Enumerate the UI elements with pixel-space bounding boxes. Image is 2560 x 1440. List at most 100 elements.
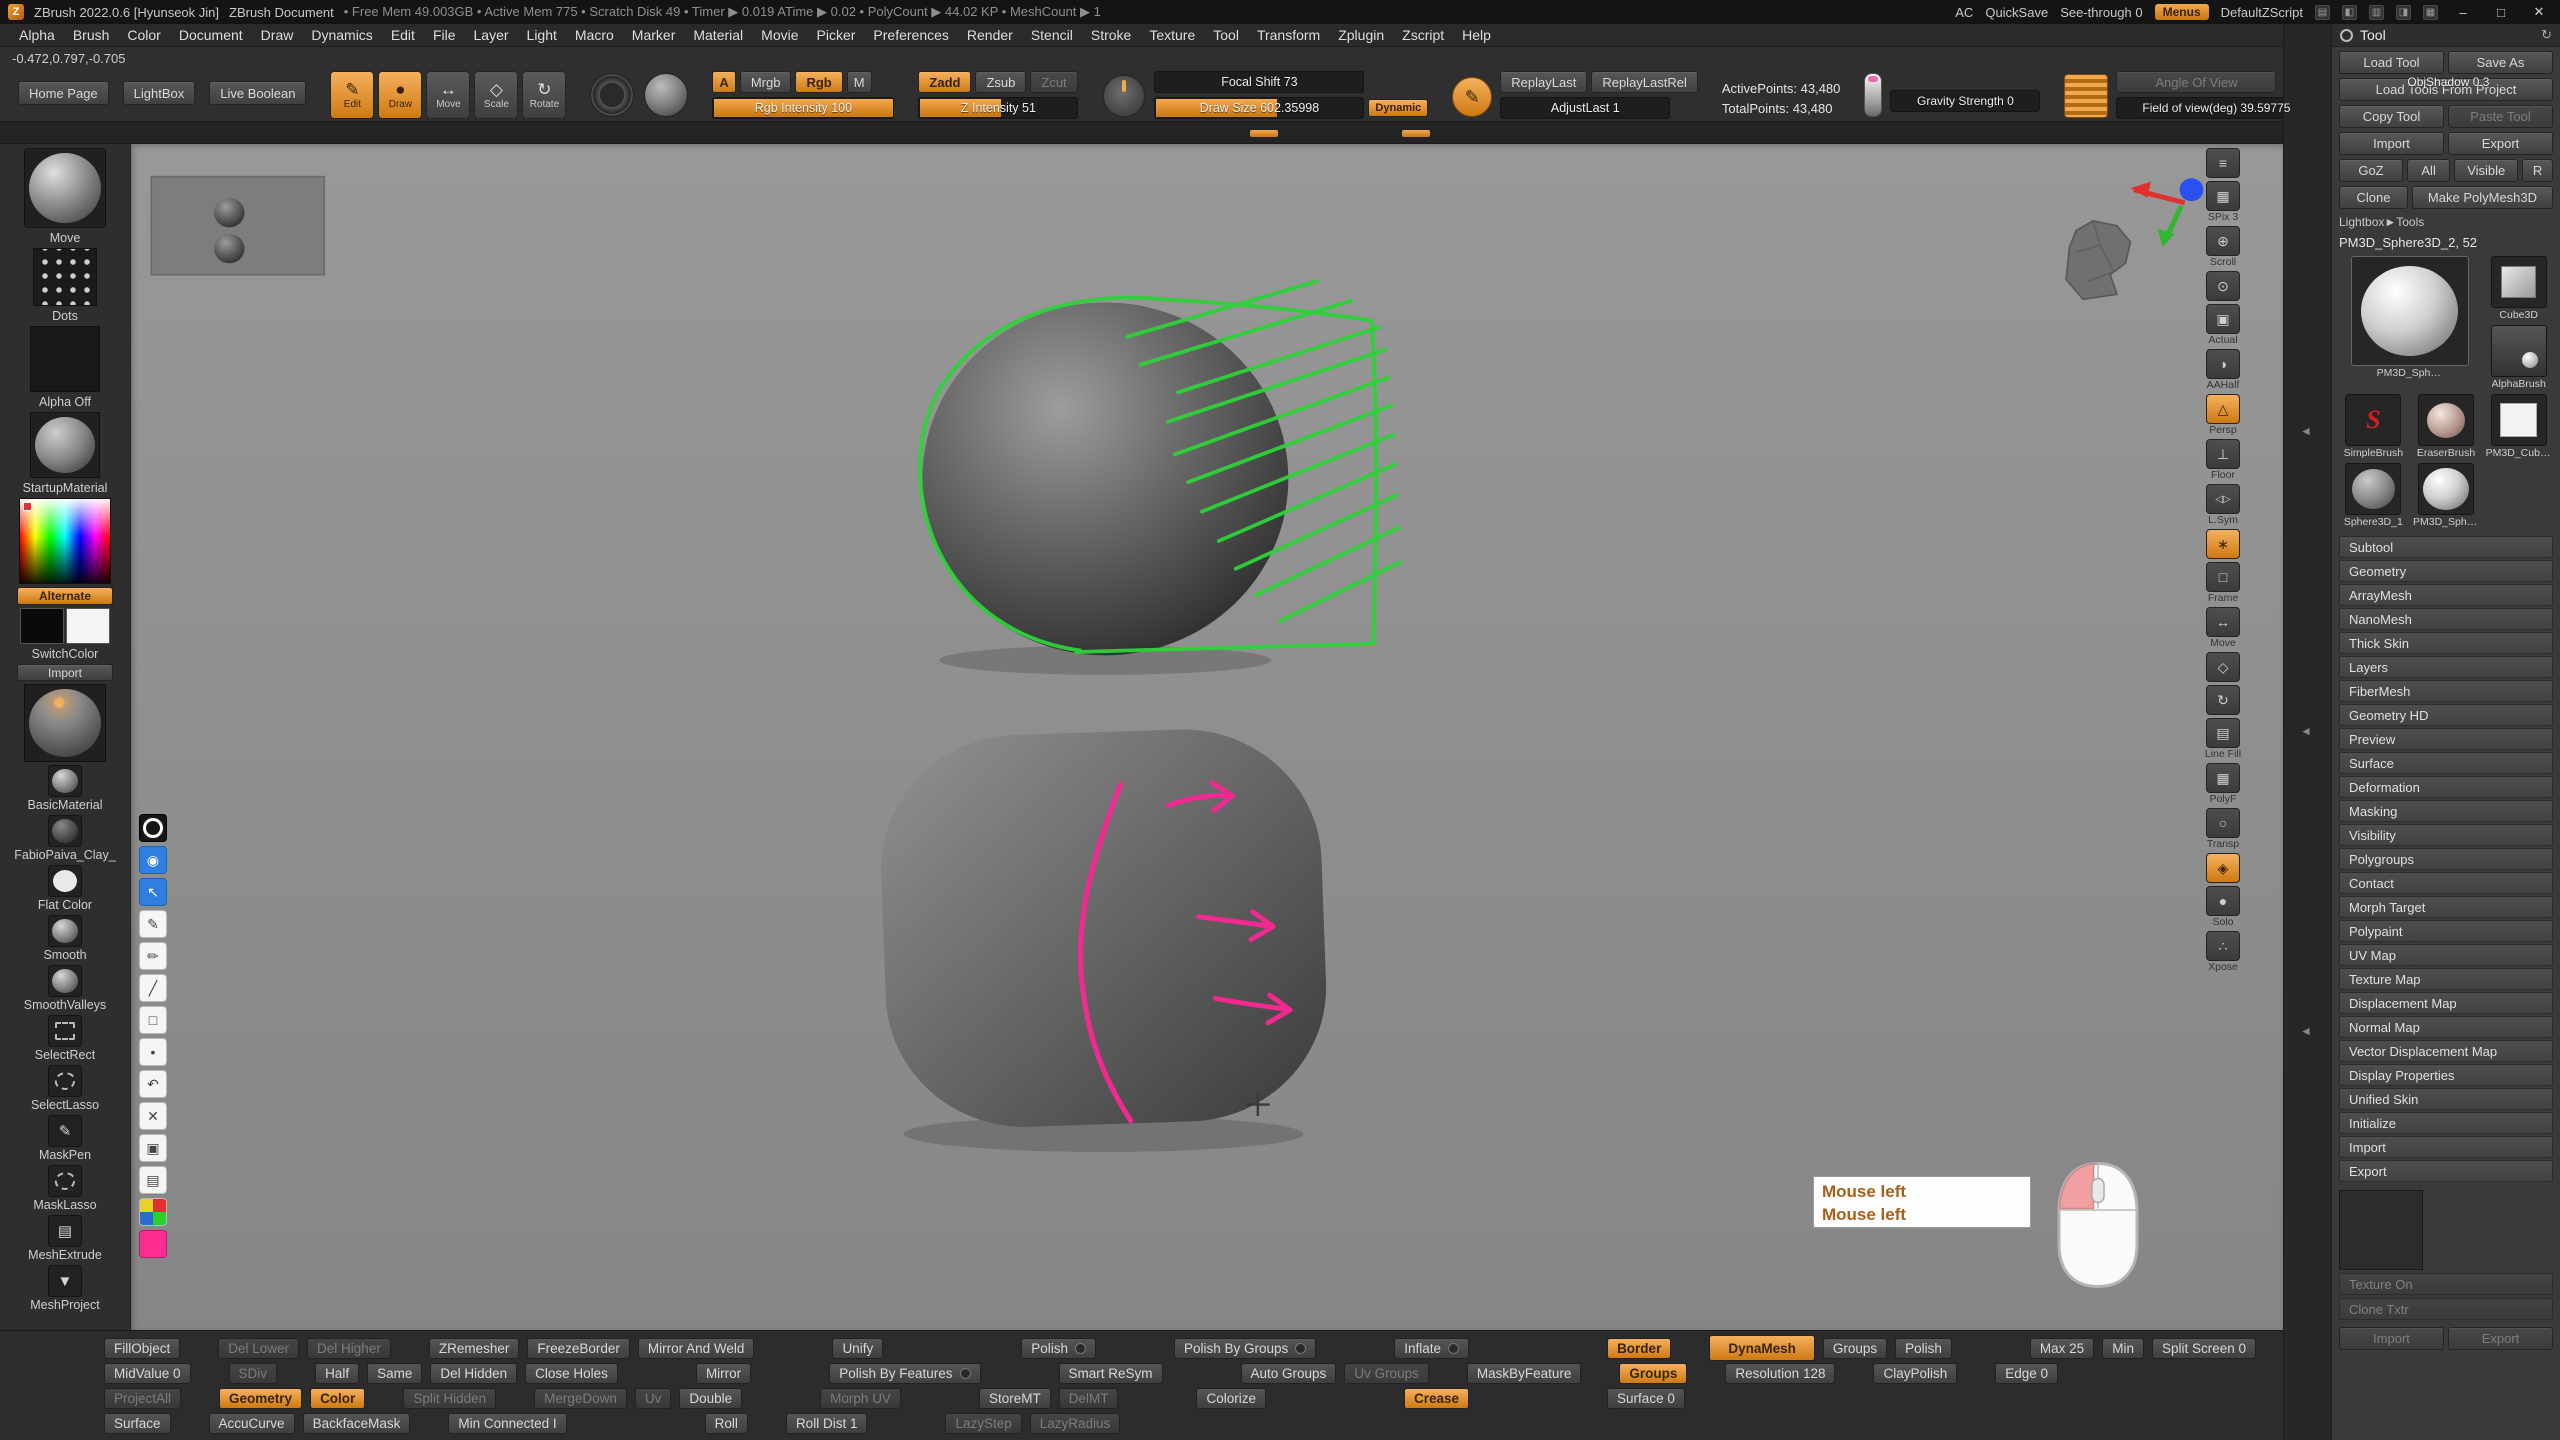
subpalette-header[interactable]: Morph Target [2339,896,2553,918]
channel-a-button[interactable]: A [712,71,735,93]
menu-item[interactable]: Help [1453,24,1500,46]
bottom-shelf-button[interactable]: Polish [1021,1338,1096,1359]
stylus-replay-icon[interactable]: ✎ [1452,77,1492,117]
gravity-strength-slider[interactable]: Gravity Strength 0 [1890,90,2040,112]
main-color-swatch[interactable] [20,608,64,644]
texture-export-button[interactable]: Export [2448,1327,2553,1350]
brush-maskpen[interactable]: MaskPen [39,1115,91,1162]
bottom-shelf-button[interactable]: Resolution 128 [1725,1363,1835,1384]
pencil-draw-icon[interactable] [139,910,167,938]
color-palette-icon[interactable] [139,1198,167,1226]
material-thumbnail[interactable] [30,412,100,478]
tool-thumb-alphabrush[interactable]: AlphaBrush [2484,325,2553,390]
titlebar-icon[interactable]: ▤ [2315,5,2330,20]
export-tool-button[interactable]: Export [2448,132,2553,155]
menu-item[interactable]: Texture [1140,24,1204,46]
subpalette-header[interactable]: Surface [2339,752,2553,774]
dot-size-icon[interactable] [139,1038,167,1066]
bottom-shelf-button[interactable]: MergeDown [534,1388,627,1409]
bottom-shelf-button[interactable]: AccuCurve [209,1413,295,1434]
edit-mode-button[interactable]: ✎ Edit [330,71,374,119]
spix-slider[interactable]: SPix 3 [2206,181,2240,223]
alpha-thumbnail[interactable] [30,326,100,392]
menu-item[interactable]: Light [518,24,566,46]
adjust-last-slider[interactable]: AdjustLast 1 [1500,97,1670,119]
bottom-shelf-button[interactable]: SDiv [229,1363,278,1384]
line-fill-toggle[interactable]: Line Fill [2205,718,2241,760]
floor-grid-toggle[interactable]: Floor [2206,439,2240,481]
brush-masklasso[interactable]: MaskLasso [33,1165,96,1212]
zcut-button[interactable]: Zcut [1030,71,1077,93]
minimize-button[interactable]: – [2450,5,2476,20]
obj-shadow-slider[interactable]: ObjShadow 0.3 [2388,71,2508,93]
import-tool-button[interactable]: Import [2339,132,2444,155]
bottom-shelf-button[interactable]: DynaMesh [1709,1335,1815,1361]
bottom-shelf-button[interactable]: Surface 0 [1607,1388,1685,1409]
marker-highlight-icon[interactable] [139,942,167,970]
divider-grip[interactable] [1402,130,1430,137]
titlebar-icon[interactable]: ◨ [2396,5,2411,20]
mrgb-button[interactable]: Mrgb [740,71,792,93]
tool-thumb-sphere3d-1[interactable]: Sphere3D_1 [2339,463,2408,528]
rgb-intensity-slider[interactable]: Rgb Intensity 100 [712,97,894,119]
texture-option-row[interactable]: Texture On [2339,1273,2553,1295]
subpalette-header[interactable]: Export [2339,1160,2553,1182]
texture-preview-thumbnail[interactable] [2339,1190,2423,1270]
menu-item[interactable]: Color [118,24,169,46]
move-canvas-icon[interactable]: Move [2206,607,2240,649]
actual-size-icon[interactable]: Actual [2206,304,2240,346]
menu-item[interactable]: Marker [623,24,685,46]
bottom-shelf-button[interactable]: Double [679,1388,742,1409]
annotation-app-logo-icon[interactable] [139,814,167,842]
subpalette-header[interactable]: Vector Displacement Map [2339,1040,2553,1062]
current-brush-icon[interactable] [590,73,634,117]
goz-r-button[interactable]: R [2522,159,2553,182]
visibility-eye-icon[interactable] [139,846,167,874]
menu-item[interactable]: Picker [808,24,865,46]
subpalette-header[interactable]: Display Properties [2339,1064,2553,1086]
subpalette-header[interactable]: Layers [2339,656,2553,678]
zoom3d-icon[interactable] [2206,271,2240,301]
tray-collapse-arrow[interactable]: ◄ [2300,424,2312,438]
lightbox-button[interactable]: LightBox [123,81,196,105]
bottom-shelf-button[interactable]: Color [310,1388,365,1409]
xpose-button[interactable]: Xpose [2206,931,2240,973]
titlebar-icon[interactable]: ▥ [2369,5,2384,20]
bottom-shelf-button[interactable]: StoreMT [979,1388,1051,1409]
menu-item[interactable]: Dynamics [302,24,381,46]
undo-icon[interactable] [139,1070,167,1098]
subpalette-header[interactable]: Unified Skin [2339,1088,2553,1110]
tray-collapse-arrow[interactable]: ◄ [2300,1024,2312,1038]
menu-item[interactable]: Zplugin [1329,24,1393,46]
clear-trash-icon[interactable] [139,1102,167,1130]
line-tool-icon[interactable] [139,974,167,1002]
rotate-mode-button[interactable]: ↻ Rotate [522,71,566,119]
replay-last-button[interactable]: ReplayLast [1500,71,1587,93]
brush-selectrect[interactable]: SelectRect [35,1015,95,1062]
menu-item[interactable]: Transform [1248,24,1329,46]
frame-button[interactable]: Frame [2206,562,2240,604]
focal-shift-slider[interactable]: Focal Shift 73 [1154,71,1364,93]
bottom-shelf-button[interactable]: DelMT [1059,1388,1119,1409]
bottom-shelf-button[interactable]: Polish [1895,1338,1952,1359]
scroll-hand-icon[interactable]: Scroll [2206,226,2240,268]
bottom-shelf-button[interactable]: Edge 0 [1995,1363,2058,1384]
menu-item[interactable]: Render [958,24,1022,46]
subpalette-header[interactable]: Masking [2339,800,2553,822]
subpalette-header[interactable]: Normal Map [2339,1016,2553,1038]
save-as-button[interactable]: Save As [2448,51,2553,74]
perspective-toggle[interactable]: Persp [2206,394,2240,436]
tool-palette-header[interactable]: Tool ↻ [2332,24,2560,47]
bottom-shelf-button[interactable]: Del Hidden [430,1363,517,1384]
stroke-thumbnail[interactable] [33,248,97,306]
bottom-shelf-button[interactable]: Del Lower [218,1338,299,1359]
brush-smoothvalleys[interactable]: SmoothValleys [24,965,106,1012]
bottom-shelf-button[interactable]: Auto Groups [1241,1363,1337,1384]
subpalette-header[interactable]: Deformation [2339,776,2553,798]
subpalette-header[interactable]: Initialize [2339,1112,2553,1134]
menu-item[interactable]: Edit [382,24,424,46]
bottom-shelf-button[interactable]: Geometry [219,1388,302,1409]
secondary-color-swatch[interactable] [66,608,110,644]
texture-option-row[interactable]: Clone Txtr [2339,1298,2553,1320]
xyz-toggle[interactable] [2206,529,2240,559]
